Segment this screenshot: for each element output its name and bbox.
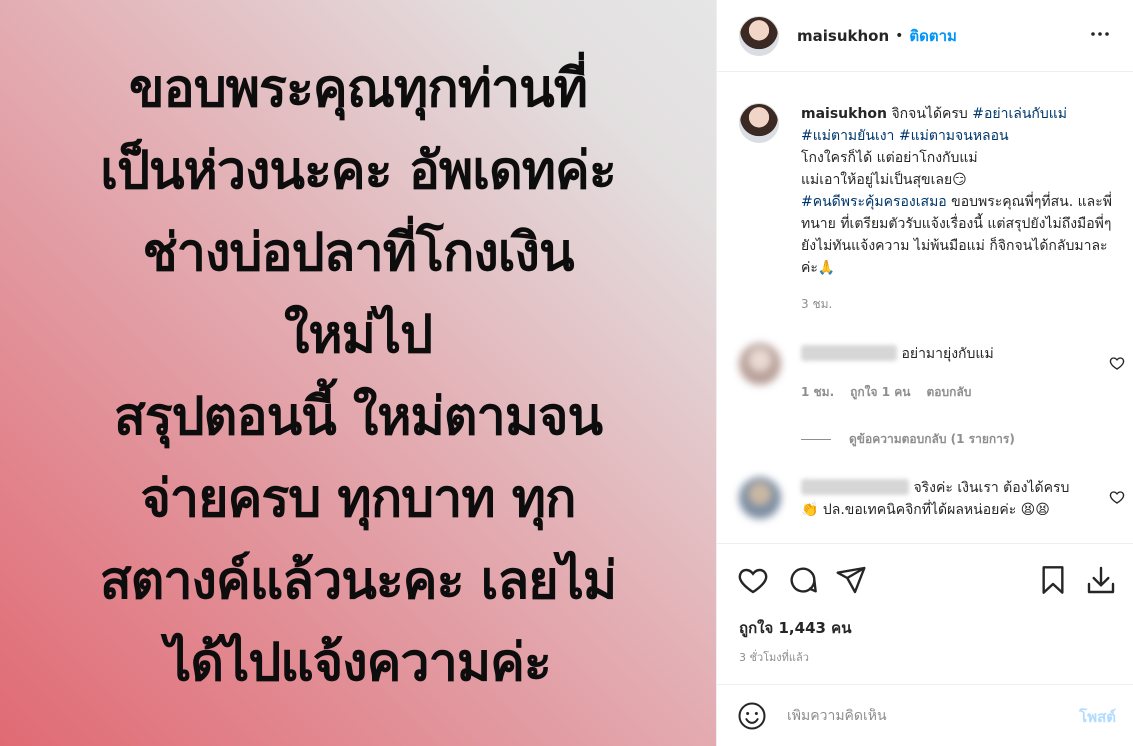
bookmark-icon[interactable]: [1037, 564, 1069, 596]
hashtag-link[interactable]: #คนดีพระคุ้มครองเสมอ: [801, 194, 947, 210]
post-text-line: สรุปตอนนี้ ใหม่ตามจน: [113, 387, 603, 447]
comment-username-blurred[interactable]: [801, 479, 909, 495]
comment-composer: โพสต์: [717, 684, 1133, 746]
replies-divider: [801, 439, 831, 440]
avatar[interactable]: [739, 15, 779, 56]
comment-heart-icon[interactable]: [1109, 489, 1125, 505]
post-action-bar: ถูกใจ 1,443 คน 3 ชั่วโมงที่แล้ว: [717, 543, 1133, 683]
comments-section[interactable]: maisukhon จิกจนได้ครบ #อย่าเล่นกับแม่ #แ…: [717, 73, 1133, 543]
post-text-line: ช่างบ่อปลาที่โกงเงิน: [142, 223, 575, 283]
post-timestamp[interactable]: 3 ชั่วโมงที่แล้ว: [739, 648, 809, 666]
comment-text-content: อย่ามายุ่งกับแม่: [901, 346, 994, 362]
post-header: maisukhon • ติดตาม: [717, 0, 1133, 72]
post-text-line: ใหม่ไป: [283, 305, 433, 365]
avatar[interactable]: [739, 343, 781, 385]
comment-heart-icon[interactable]: [1109, 355, 1125, 371]
caption-text: maisukhon จิกจนได้ครบ #อย่าเล่นกับแม่ #แ…: [801, 103, 1119, 279]
post-image-text: ขอบพระคุณทุกท่านที่ เป็นห่วงนะคะ อัพเดทค…: [0, 42, 716, 704]
download-icon[interactable]: [1085, 564, 1117, 596]
comment-text: อย่ามายุ่งกับแม่: [801, 343, 1091, 365]
comment-actions: 1 ชม. ถูกใจ 1 คน ตอบกลับ: [801, 383, 1119, 402]
comment-item: จริงค่ะ เงินเรา ต้องได้ครบ 👏 ปล.ขอเทคนิค…: [739, 477, 1125, 521]
comment-username-blurred[interactable]: [801, 345, 897, 361]
post-comment-button[interactable]: โพสต์: [1079, 705, 1116, 729]
comment-icon[interactable]: [787, 564, 819, 596]
caption-text-part: แม่เอาให้อยู่ไม่เป็นสุขเลย😏: [801, 172, 967, 188]
view-replies-label: ดูข้อความตอบกลับ (1 รายการ): [849, 432, 1015, 446]
avatar[interactable]: [739, 477, 781, 519]
heart-icon[interactable]: [737, 564, 769, 596]
post-text-line: ได้ไปแจ้งความค่ะ: [165, 633, 552, 693]
comment-time[interactable]: 1 ชม.: [801, 383, 834, 402]
follow-button[interactable]: ติดตาม: [909, 24, 957, 48]
post-text-line: ขอบพระคุณทุกท่านที่: [128, 59, 588, 119]
post-text-line: เป็นห่วงนะคะ อัพเดทค่ะ: [100, 141, 617, 201]
comment-text: จริงค่ะ เงินเรา ต้องได้ครบ 👏 ปล.ขอเทคนิค…: [801, 477, 1091, 521]
post-image[interactable]: ขอบพระคุณทุกท่านที่ เป็นห่วงนะคะ อัพเดทค…: [0, 0, 716, 746]
hashtag-link[interactable]: #แม่ตามจนหลอน: [899, 128, 1009, 144]
hashtag-link[interactable]: #อย่าเล่นกับแม่: [972, 106, 1067, 122]
view-replies-button[interactable]: ดูข้อความตอบกลับ (1 รายการ): [801, 430, 1015, 449]
hashtag-link[interactable]: #แม่ตามยันเงา: [801, 128, 894, 144]
post-text-line: จ่ายครบ ทุกบาท ทุก: [140, 469, 576, 529]
caption-time: 3 ชม.: [801, 297, 833, 311]
reply-button[interactable]: ตอบกลับ: [927, 383, 972, 402]
comment-likes[interactable]: ถูกใจ 1 คน: [850, 383, 910, 402]
comment-input[interactable]: [787, 707, 1057, 724]
share-icon[interactable]: [835, 564, 867, 596]
caption: maisukhon จิกจนได้ครบ #อย่าเล่นกับแม่ #แ…: [739, 103, 1119, 314]
avatar[interactable]: [739, 103, 779, 143]
caption-username[interactable]: maisukhon: [801, 106, 887, 122]
caption-text-part: จิกจนได้ครบ: [887, 106, 973, 122]
separator-dot: •: [895, 27, 904, 44]
comment-item: อย่ามายุ่งกับแม่ 1 ชม. ถูกใจ 1 คน ตอบกลั…: [739, 343, 1125, 402]
post-side-panel: maisukhon • ติดตาม maisukhon จิกจนได้ครบ…: [716, 0, 1133, 746]
caption-text-part: โกงใครก็ได้ แต่อย่าโกงกับแม่: [801, 150, 978, 166]
post-text-line: สตางค์แล้วนะคะ เลยไม่: [99, 551, 617, 611]
more-options-icon[interactable]: [1088, 22, 1112, 46]
likes-count[interactable]: ถูกใจ 1,443 คน: [739, 616, 851, 640]
header-username[interactable]: maisukhon: [797, 27, 889, 45]
emoji-icon[interactable]: [737, 701, 767, 731]
